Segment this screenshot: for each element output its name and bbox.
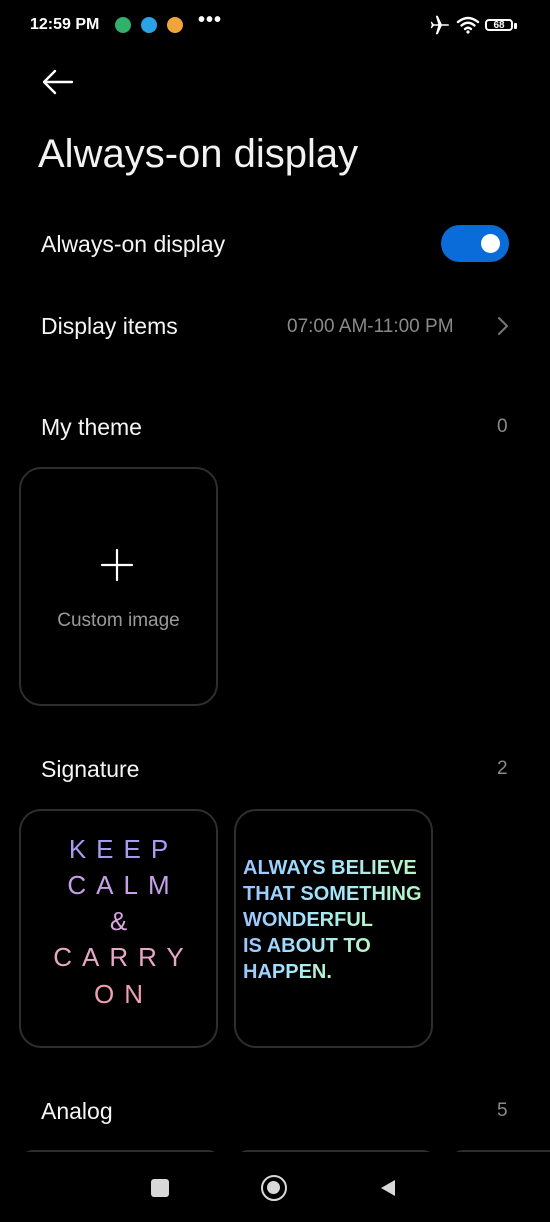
signature-text-line: THAT SOMETHING bbox=[243, 883, 422, 905]
signature-text-line: ALWAYS BELIEVE bbox=[243, 857, 417, 879]
aod-toggle-label: Always-on display bbox=[41, 231, 226, 257]
battery-tip bbox=[514, 23, 517, 29]
wifi-icon bbox=[456, 16, 480, 34]
custom-image-card[interactable] bbox=[19, 467, 218, 706]
more-notifications-icon: ••• bbox=[198, 9, 223, 31]
analog-heading: Analog bbox=[41, 1098, 113, 1124]
custom-image-label: Custom image bbox=[57, 610, 180, 631]
signature-text-line: CARRY bbox=[53, 942, 194, 972]
back-button[interactable] bbox=[36, 62, 82, 102]
signature-text-line: CALM bbox=[67, 870, 180, 900]
my-theme-heading: My theme bbox=[41, 414, 142, 440]
recent-apps-button[interactable] bbox=[151, 1179, 169, 1197]
plus-icon bbox=[100, 548, 134, 582]
display-items-value: 07:00 AM-11:00 PM bbox=[287, 316, 454, 337]
signature-count: 2 bbox=[497, 758, 508, 779]
signature-text-line: IS ABOUT TO bbox=[243, 935, 371, 957]
my-theme-count: 0 bbox=[497, 416, 508, 437]
signature-heading: Signature bbox=[41, 756, 140, 782]
back-arrow-icon bbox=[42, 69, 74, 95]
signature-text-line: WONDERFUL bbox=[243, 909, 373, 931]
back-nav-button[interactable] bbox=[378, 1178, 398, 1198]
signature-text-line: ON bbox=[94, 979, 153, 1009]
shield-icon bbox=[115, 17, 131, 33]
status-time: 12:59 PM bbox=[30, 16, 100, 33]
home-icon-dot bbox=[267, 1181, 280, 1194]
app-icon bbox=[167, 17, 183, 33]
aod-toggle-switch[interactable] bbox=[441, 225, 509, 262]
home-button[interactable] bbox=[261, 1175, 287, 1201]
display-items-label: Display items bbox=[41, 313, 178, 339]
airplane-icon bbox=[430, 15, 449, 35]
toggle-knob bbox=[481, 234, 500, 253]
signature-text-line: KEEP bbox=[68, 834, 179, 864]
signature-text-line: & bbox=[109, 906, 138, 936]
chevron-right-icon bbox=[498, 317, 508, 335]
battery-icon: 68 bbox=[485, 19, 513, 31]
page-title: Always-on display bbox=[38, 132, 359, 176]
analog-count: 5 bbox=[497, 1100, 508, 1121]
cloud-icon bbox=[141, 17, 157, 33]
signature-text-line: HAPPEN. bbox=[243, 961, 332, 983]
